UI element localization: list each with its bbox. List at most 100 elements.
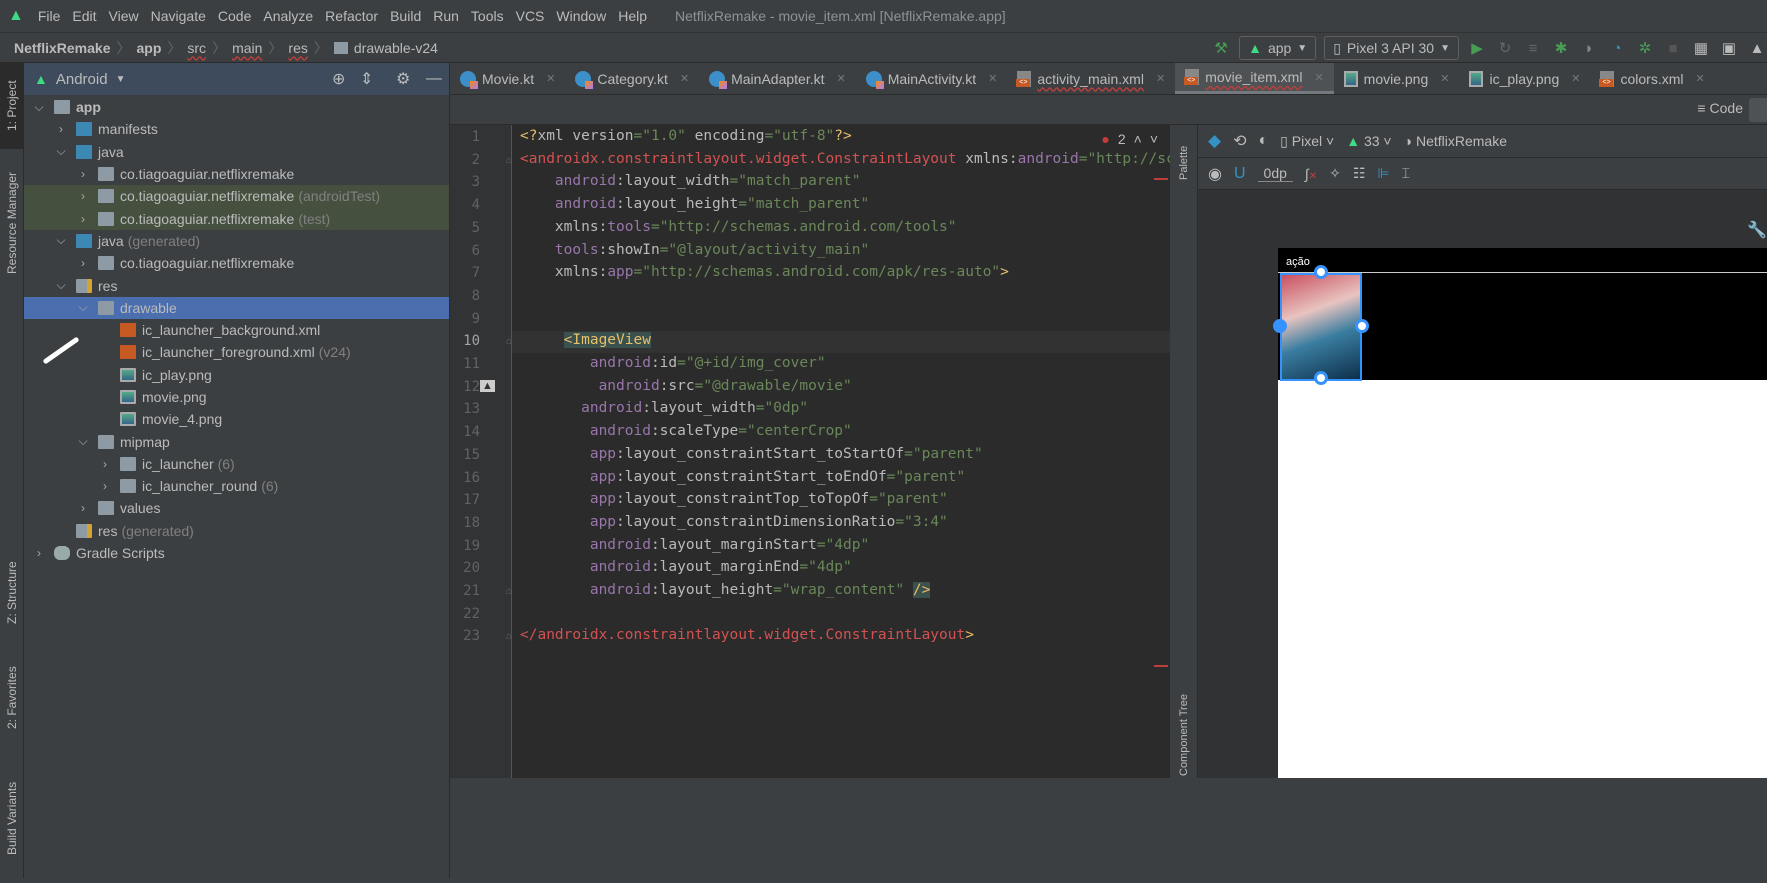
tree-item[interactable]: ic_play.png (24, 364, 449, 386)
menu-file[interactable]: File (38, 8, 61, 24)
close-tab-icon[interactable]: ✕ (1696, 72, 1705, 85)
run-icon[interactable]: ▶ (1467, 38, 1487, 58)
code-line[interactable]: android:layout_width="0dp" (520, 400, 808, 416)
fold-marker-icon[interactable]: ⌂ (506, 155, 512, 166)
tree-item[interactable]: movie_4.png (24, 408, 449, 430)
code-line[interactable]: app:layout_constraintStart_toEndOf="pare… (520, 469, 965, 485)
close-tab-icon[interactable]: ✕ (1571, 72, 1580, 85)
menu-window[interactable]: Window (556, 8, 606, 24)
project-tool-tab[interactable]: 1: Project (0, 63, 24, 149)
close-tab-icon[interactable]: ✕ (988, 72, 997, 85)
hide-panel-icon[interactable]: — (426, 70, 442, 88)
constraint-handle-bottom[interactable] (1314, 371, 1328, 385)
resource-manager-tool-tab[interactable]: Resource Manager (0, 163, 24, 283)
favorites-tool-tab[interactable]: 2: Favorites (0, 648, 24, 748)
align-icon[interactable]: ⊫ (1377, 165, 1389, 182)
code-line[interactable]: android:layout_height="wrap_content" /> (520, 582, 931, 598)
device-dropdown[interactable]: ▯ Pixel 3 API 30 ▼ (1324, 36, 1459, 60)
build-variants-tool-tab[interactable]: Build Variants (0, 753, 24, 883)
fold-marker-icon[interactable]: ⌂ (506, 586, 512, 597)
tree-item[interactable]: ⌵ res (24, 274, 449, 296)
close-tab-icon[interactable]: ✕ (546, 72, 555, 85)
code-line[interactable]: android:src="@drawable/movie" (520, 378, 852, 394)
chevron-right-icon[interactable]: › (98, 457, 112, 471)
chevron-right-icon[interactable]: › (76, 256, 90, 270)
breadcrumb-app[interactable]: app (137, 40, 162, 56)
code-line[interactable]: android:scaleType="centerCrop" (520, 423, 852, 439)
code-line[interactable]: app:layout_constraintDimensionRatio="3:4… (520, 514, 948, 530)
menu-help[interactable]: Help (618, 8, 647, 24)
close-tab-icon[interactable]: ✕ (1156, 72, 1165, 85)
image-view-preview[interactable] (1280, 273, 1362, 381)
tree-item[interactable]: › co.tiagoaguiar.netflixremake (test) (24, 207, 449, 230)
code-line[interactable]: android:layout_width="match_parent" (520, 173, 861, 189)
locate-file-icon[interactable]: ⊕ (332, 69, 345, 89)
code-line[interactable]: android:layout_marginStart="4dp" (520, 537, 869, 553)
chevron-down-icon[interactable]: ⌵ (76, 434, 90, 449)
constraint-handle-left[interactable] (1273, 319, 1287, 333)
breadcrumb-src[interactable]: src (187, 40, 206, 56)
chevron-down-icon[interactable]: ⌵ (76, 300, 90, 315)
editor-tab[interactable]: Movie.kt ✕ (450, 63, 565, 94)
collapse-all-icon[interactable]: ⇕ (360, 69, 373, 89)
wrench-icon[interactable]: 🔧 (1747, 220, 1767, 240)
breadcrumb-main[interactable]: main (232, 40, 262, 56)
default-margin-field[interactable]: 0dp (1257, 165, 1293, 182)
code-line[interactable]: app:layout_constraintTop_toTopOf="parent… (520, 491, 948, 507)
editor-tab[interactable]: ic_play.png ✕ (1459, 63, 1590, 94)
menu-code[interactable]: Code (218, 8, 251, 24)
tree-item[interactable]: › co.tiagoaguiar.netflixremake (24, 252, 449, 274)
close-tab-icon[interactable]: ✕ (837, 72, 846, 85)
tree-item[interactable]: ⌵ java (24, 141, 449, 163)
chevron-right-icon[interactable]: › (76, 501, 90, 515)
chevron-down-icon[interactable]: ⌵ (54, 144, 68, 159)
gear-icon[interactable]: ⚙ (396, 69, 410, 89)
chevron-down-icon[interactable]: ⌵ (32, 100, 46, 115)
run-config-dropdown[interactable]: ▲ app ▼ (1239, 36, 1317, 60)
tree-item[interactable]: › co.tiagoaguiar.netflixremake (androidTes… (24, 185, 449, 208)
attach-debugger-icon[interactable]: ✲ (1635, 38, 1655, 58)
menu-analyze[interactable]: Analyze (263, 8, 313, 24)
tree-item[interactable]: › ic_launcher (6) (24, 453, 449, 475)
tree-item[interactable]: ic_launcher_background.xml (24, 319, 449, 341)
component-tree-tab[interactable]: Component Tree (1172, 685, 1196, 785)
editor-tab[interactable]: Category.kt ✕ (565, 63, 699, 94)
structure-tool-tab[interactable]: Z: Structure (0, 543, 24, 643)
pack-icon[interactable]: ☷ (1353, 165, 1366, 182)
orientation-icon[interactable]: ⟲ (1233, 131, 1246, 151)
constraint-layout-preview[interactable] (1273, 265, 1767, 385)
code-line[interactable]: <?xml version="1.0" encoding="utf-8"?> (520, 128, 852, 144)
tree-item[interactable]: res (generated) (24, 520, 449, 542)
menu-build[interactable]: Build (390, 8, 421, 24)
debug-icon[interactable]: ✱ (1551, 38, 1571, 58)
editor-tab[interactable]: MainAdapter.kt ✕ (699, 63, 856, 94)
theme-selector[interactable]: ◑ NetflixRemake (1404, 133, 1507, 149)
tree-item[interactable]: ⌵ java (generated) (24, 230, 449, 252)
code-view-button[interactable]: ≡ Code (1697, 100, 1743, 116)
design-canvas[interactable]: 🔧 ação (1198, 190, 1767, 778)
code-line[interactable]: <androidx.constraintlayout.widget.Constr… (520, 151, 1170, 167)
infer-constraints-icon[interactable]: ✧ (1329, 165, 1341, 182)
close-tab-icon[interactable]: ✕ (1314, 71, 1323, 84)
menu-navigate[interactable]: Navigate (151, 8, 206, 24)
guidelines-icon[interactable]: ⌶ (1402, 165, 1410, 182)
menu-tools[interactable]: Tools (471, 8, 504, 24)
split-view-button[interactable] (1749, 98, 1767, 122)
menu-vcs[interactable]: VCS (516, 8, 545, 24)
tree-item[interactable]: › co.tiagoaguiar.netflixremake (24, 163, 449, 185)
breadcrumb-res[interactable]: res (288, 40, 307, 56)
device-preview[interactable]: ação (1273, 248, 1767, 778)
build-hammer-icon[interactable]: ⚒ (1211, 38, 1231, 58)
chevron-down-icon[interactable]: ⌵ (54, 233, 68, 248)
chevron-right-icon[interactable]: › (76, 189, 90, 203)
tree-item[interactable]: ⌵ drawable (24, 296, 449, 319)
project-view-dropdown[interactable]: Android (56, 71, 108, 88)
editor-tab[interactable]: movie_item.xml ✕ (1175, 63, 1334, 94)
tree-item[interactable]: ⌵ mipmap (24, 430, 449, 452)
close-tab-icon[interactable]: ✕ (680, 72, 689, 85)
chevron-right-icon[interactable]: › (98, 479, 112, 493)
chevron-right-icon[interactable]: › (32, 546, 46, 560)
device-selector[interactable]: ▯ Pixel ˅ (1280, 133, 1334, 150)
menu-run[interactable]: Run (433, 8, 459, 24)
error-indicator[interactable]: ● 2 ˄ ˅ (1101, 131, 1158, 147)
